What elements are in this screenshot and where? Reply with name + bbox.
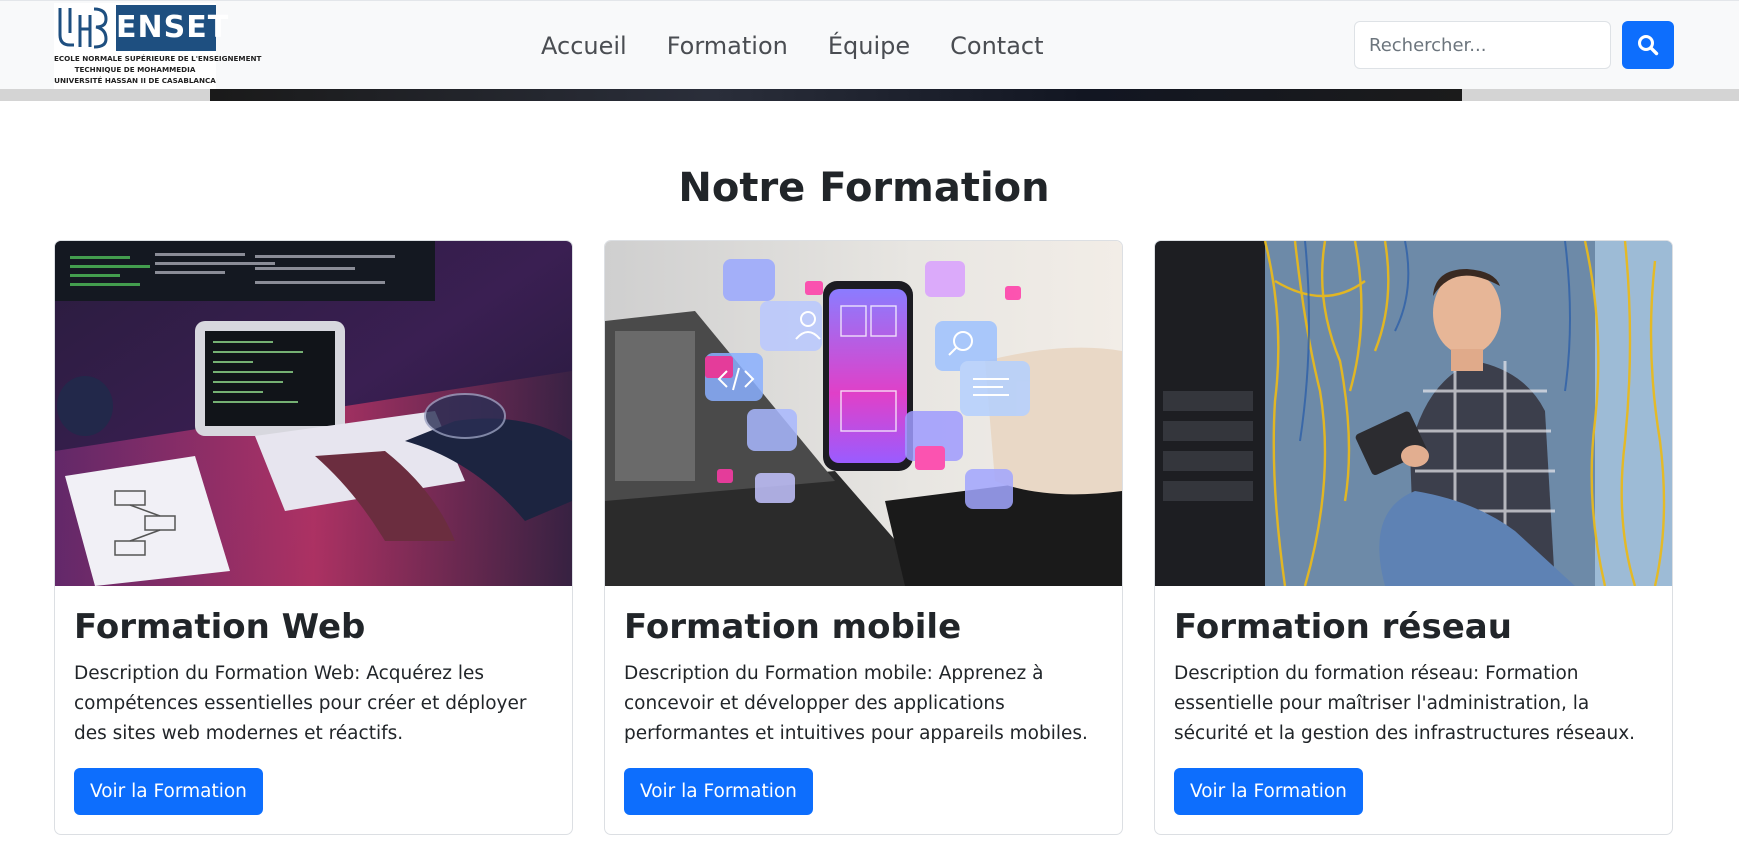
nav-link-accueil[interactable]: Accueil (521, 27, 647, 65)
university-emblem-icon (58, 7, 108, 49)
logo-header: ENSET (54, 3, 228, 52)
logo-line-3: UNIVERSITÉ HASSAN II DE CASABLANCA (54, 76, 216, 85)
card-image-mobile (605, 241, 1122, 586)
navbar: ENSET ECOLE NORMALE SUPÉRIEURE DE L'ENSE… (0, 0, 1739, 89)
logo-line-1: ECOLE NORMALE SUPÉRIEURE DE L'ENSEIGNEME… (54, 54, 262, 63)
card-formation-reseau: Formation réseau Description du formatio… (1154, 240, 1673, 835)
card-title: Formation mobile (624, 607, 962, 647)
voir-formation-reseau-button[interactable]: Voir la Formation (1174, 768, 1363, 815)
enset-logo[interactable]: ENSET ECOLE NORMALE SUPÉRIEURE DE L'ENSE… (54, 3, 262, 89)
nav-link-contact[interactable]: Contact (930, 27, 1063, 65)
nav-link-equipe[interactable]: Équipe (808, 27, 930, 65)
logo-brand: ENSET (112, 5, 228, 51)
card-image-reseau (1155, 241, 1672, 586)
card-description: Description du Formation Web: Acquérez l… (74, 663, 527, 744)
section-title: Notre Formation (678, 165, 1050, 211)
card-description: Description du formation réseau: Formati… (1174, 663, 1636, 744)
logo-line-2: TECHNIQUE DE MOHAMMEDIA (74, 65, 196, 74)
card-formation-mobile: Formation mobile Description du Formatio… (604, 240, 1123, 835)
card-formation-web: Formation Web Description du Formation W… (54, 240, 573, 835)
card-title: Formation réseau (1174, 607, 1512, 647)
search-input[interactable] (1354, 21, 1611, 69)
card-title: Formation Web (74, 607, 366, 647)
hero-banner-image (210, 89, 1462, 101)
voir-formation-mobile-button[interactable]: Voir la Formation (624, 768, 813, 815)
card-image-web (55, 241, 572, 586)
nav-menu: Accueil Formation Équipe Contact (521, 27, 1064, 65)
voir-formation-web-button[interactable]: Voir la Formation (74, 768, 263, 815)
search-icon (1638, 35, 1659, 56)
nav-link-formation[interactable]: Formation (647, 27, 808, 65)
search-button[interactable] (1622, 21, 1674, 69)
card-description: Description du Formation mobile: Apprene… (624, 663, 1088, 744)
